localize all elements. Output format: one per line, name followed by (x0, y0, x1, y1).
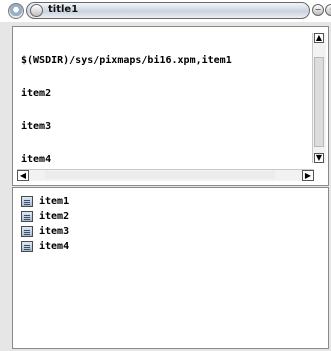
text-line: $(WSDIR)/sys/pixmaps/bi16.xpm,item1 (21, 55, 232, 66)
scroll-left-button[interactable]: ◀ (17, 170, 29, 181)
item-list: item1 item2 item3 item4 (12, 187, 329, 349)
scroll-right-button[interactable]: ▶ (302, 170, 314, 181)
list-item-label: item4 (39, 241, 70, 252)
file-icon (21, 196, 33, 207)
minimize-button[interactable]: − (312, 4, 324, 16)
scroll-down-button[interactable]: ▼ (314, 153, 324, 163)
list-item[interactable]: item2 (21, 209, 69, 224)
horizontal-scroll-thumb[interactable] (45, 171, 275, 179)
text-line: item3 (21, 121, 52, 132)
text-line: item2 (21, 88, 52, 99)
window-menu-icon[interactable] (8, 3, 24, 19)
list: item1 item2 item3 item4 (21, 194, 69, 254)
text-area-content[interactable]: $(WSDIR)/sys/pixmaps/bi16.xpm,item1 item… (21, 33, 311, 168)
vertical-scrollbar[interactable]: ▲ ▼ (312, 33, 326, 163)
file-icon (21, 211, 33, 222)
text-area[interactable]: $(WSDIR)/sys/pixmaps/bi16.xpm,item1 item… (12, 26, 329, 186)
file-icon (21, 241, 33, 252)
titlebar: title1 − ◦ (0, 0, 331, 22)
text-line: item4 (21, 154, 52, 165)
list-item[interactable]: item4 (21, 239, 69, 254)
vertical-scroll-thumb[interactable] (314, 57, 324, 147)
list-item-label: item2 (39, 211, 70, 222)
list-item-label: item3 (39, 226, 70, 237)
title-close-icon[interactable] (30, 4, 43, 17)
title-pill[interactable]: title1 (26, 2, 310, 19)
window-title: title1 (48, 4, 79, 15)
scroll-up-button[interactable]: ▲ (314, 33, 324, 43)
horizontal-scrollbar[interactable]: ◀ ▶ (17, 169, 314, 181)
app-window: title1 − ◦ $(WSDIR)/sys/pixmaps/bi16.xpm… (0, 0, 331, 351)
list-item-label: item1 (39, 196, 70, 207)
maximize-button[interactable]: ◦ (325, 4, 331, 16)
file-icon (21, 226, 33, 237)
list-item[interactable]: item1 (21, 194, 69, 209)
list-item[interactable]: item3 (21, 224, 69, 239)
